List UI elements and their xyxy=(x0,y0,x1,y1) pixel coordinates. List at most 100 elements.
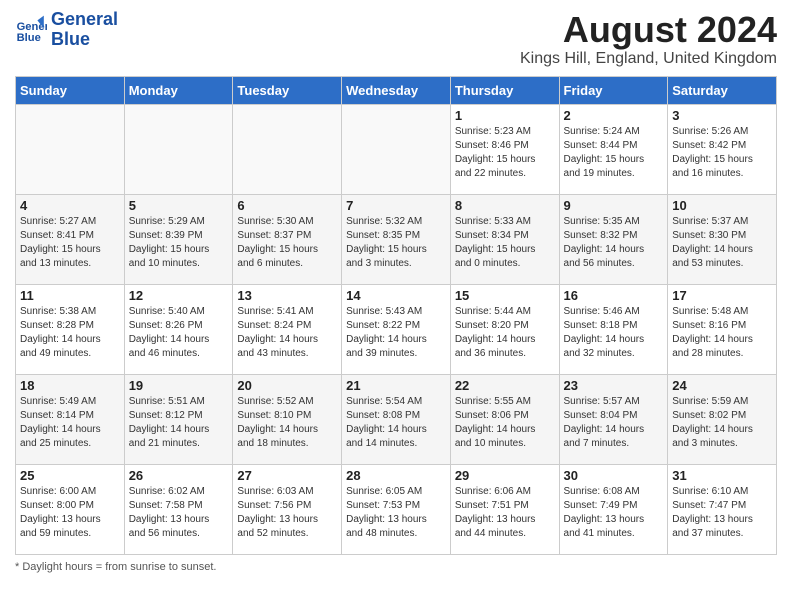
day-info: Sunrise: 6:00 AMSunset: 8:00 PMDaylight:… xyxy=(20,485,120,541)
day-number: 20 xyxy=(237,378,337,393)
day-number: 1 xyxy=(455,108,555,123)
calendar-day: 9 Sunrise: 5:35 AMSunset: 8:32 PMDaylight… xyxy=(559,194,668,284)
day-info: Sunrise: 5:41 AMSunset: 8:24 PMDaylight:… xyxy=(237,305,337,361)
day-number: 19 xyxy=(129,378,229,393)
day-info: Sunrise: 5:46 AMSunset: 8:18 PMDaylight:… xyxy=(564,305,664,361)
day-number: 6 xyxy=(237,198,337,213)
calendar-day: 18 Sunrise: 5:49 AMSunset: 8:14 PMDayligh… xyxy=(16,374,125,464)
day-info: Sunrise: 5:59 AMSunset: 8:02 PMDaylight:… xyxy=(672,395,772,451)
calendar-day: 16 Sunrise: 5:46 AMSunset: 8:18 PMDayligh… xyxy=(559,284,668,374)
calendar-day: 2Sunrise: 5:24 AMSunset: 8:44 PMDaylight… xyxy=(559,104,668,194)
location-title: Kings Hill, England, United Kingdom xyxy=(520,50,777,68)
calendar-week-row: 4 Sunrise: 5:27 AMSunset: 8:41 PMDaylight… xyxy=(16,194,777,284)
calendar-day: 5 Sunrise: 5:29 AMSunset: 8:39 PMDaylight… xyxy=(124,194,233,284)
day-number: 3 xyxy=(672,108,772,123)
calendar-week-row: 25Sunrise: 6:00 AMSunset: 8:00 PMDayligh… xyxy=(16,464,777,554)
calendar-day xyxy=(342,104,451,194)
col-tuesday: Tuesday xyxy=(233,76,342,104)
day-info: Sunrise: 5:55 AMSunset: 8:06 PMDaylight:… xyxy=(455,395,555,451)
day-info: Sunrise: 5:32 AMSunset: 8:35 PMDaylight:… xyxy=(346,215,446,271)
calendar-day xyxy=(124,104,233,194)
day-number: 15 xyxy=(455,288,555,303)
day-info: Sunrise: 6:03 AMSunset: 7:56 PMDaylight:… xyxy=(237,485,337,541)
day-number: 29 xyxy=(455,468,555,483)
day-number: 26 xyxy=(129,468,229,483)
calendar-week-row: 11 Sunrise: 5:38 AMSunset: 8:28 PMDayligh… xyxy=(16,284,777,374)
month-title: August 2024 xyxy=(520,10,777,50)
header: General Blue General Blue August 2024 Ki… xyxy=(15,10,777,68)
calendar-table: Sunday Monday Tuesday Wednesday Thursday… xyxy=(15,76,777,555)
day-info: Sunrise: 5:27 AMSunset: 8:41 PMDaylight:… xyxy=(20,215,120,271)
calendar-day: 23Sunrise: 5:57 AMSunset: 8:04 PMDayligh… xyxy=(559,374,668,464)
day-number: 14 xyxy=(346,288,446,303)
logo: General Blue General Blue xyxy=(15,10,118,50)
day-number: 21 xyxy=(346,378,446,393)
calendar-day: 21 Sunrise: 5:54 AMSunset: 8:08 PMDayligh… xyxy=(342,374,451,464)
calendar-day: 3Sunrise: 5:26 AMSunset: 8:42 PMDaylight… xyxy=(668,104,777,194)
day-number: 24 xyxy=(672,378,772,393)
day-info: Sunrise: 5:30 AMSunset: 8:37 PMDaylight:… xyxy=(237,215,337,271)
day-info: Sunrise: 5:48 AMSunset: 8:16 PMDaylight:… xyxy=(672,305,772,361)
day-number: 8 xyxy=(455,198,555,213)
calendar-day: 30Sunrise: 6:08 AMSunset: 7:49 PMDayligh… xyxy=(559,464,668,554)
calendar-day xyxy=(233,104,342,194)
col-sunday: Sunday xyxy=(16,76,125,104)
day-info: Sunrise: 6:05 AMSunset: 7:53 PMDaylight:… xyxy=(346,485,446,541)
day-info: Sunrise: 5:49 AMSunset: 8:14 PMDaylight:… xyxy=(20,395,120,451)
day-number: 12 xyxy=(129,288,229,303)
calendar-week-row: 18 Sunrise: 5:49 AMSunset: 8:14 PMDayligh… xyxy=(16,374,777,464)
title-area: August 2024 Kings Hill, England, United … xyxy=(520,10,777,68)
day-number: 17 xyxy=(672,288,772,303)
calendar-day: 14 Sunrise: 5:43 AMSunset: 8:22 PMDayligh… xyxy=(342,284,451,374)
calendar-day: 26 Sunrise: 6:02 AMSunset: 7:58 PMDayligh… xyxy=(124,464,233,554)
day-number: 13 xyxy=(237,288,337,303)
day-info: Sunrise: 5:44 AMSunset: 8:20 PMDaylight:… xyxy=(455,305,555,361)
day-number: 10 xyxy=(672,198,772,213)
day-number: 2 xyxy=(564,108,664,123)
calendar-day: 25Sunrise: 6:00 AMSunset: 8:00 PMDayligh… xyxy=(16,464,125,554)
day-number: 22 xyxy=(455,378,555,393)
col-monday: Monday xyxy=(124,76,233,104)
day-info: Sunrise: 5:54 AMSunset: 8:08 PMDaylight:… xyxy=(346,395,446,451)
col-friday: Friday xyxy=(559,76,668,104)
calendar-day: 31Sunrise: 6:10 AMSunset: 7:47 PMDayligh… xyxy=(668,464,777,554)
calendar-day: 11 Sunrise: 5:38 AMSunset: 8:28 PMDayligh… xyxy=(16,284,125,374)
calendar-day: 15 Sunrise: 5:44 AMSunset: 8:20 PMDayligh… xyxy=(450,284,559,374)
calendar-day: 12 Sunrise: 5:40 AMSunset: 8:26 PMDayligh… xyxy=(124,284,233,374)
day-info: Sunrise: 5:43 AMSunset: 8:22 PMDaylight:… xyxy=(346,305,446,361)
footer-note: * Daylight hours = from sunrise to sunse… xyxy=(15,561,777,573)
day-info: Sunrise: 5:52 AMSunset: 8:10 PMDaylight:… xyxy=(237,395,337,451)
day-info: Sunrise: 5:33 AMSunset: 8:34 PMDaylight:… xyxy=(455,215,555,271)
day-number: 16 xyxy=(564,288,664,303)
calendar-day: 17 Sunrise: 5:48 AMSunset: 8:16 PMDayligh… xyxy=(668,284,777,374)
day-info: Sunrise: 5:23 AMSunset: 8:46 PMDaylight:… xyxy=(455,125,555,181)
day-number: 23 xyxy=(564,378,664,393)
day-info: Sunrise: 5:51 AMSunset: 8:12 PMDaylight:… xyxy=(129,395,229,451)
calendar-day: 1 Sunrise: 5:23 AMSunset: 8:46 PMDaylight… xyxy=(450,104,559,194)
col-thursday: Thursday xyxy=(450,76,559,104)
day-info: Sunrise: 5:37 AMSunset: 8:30 PMDaylight:… xyxy=(672,215,772,271)
calendar-day: 22 Sunrise: 5:55 AMSunset: 8:06 PMDayligh… xyxy=(450,374,559,464)
calendar-day: 29 Sunrise: 6:06 AMSunset: 7:51 PMDayligh… xyxy=(450,464,559,554)
day-info: Sunrise: 6:08 AMSunset: 7:49 PMDaylight:… xyxy=(564,485,664,541)
day-info: Sunrise: 6:02 AMSunset: 7:58 PMDaylight:… xyxy=(129,485,229,541)
logo-icon: General Blue xyxy=(15,14,47,46)
day-number: 5 xyxy=(129,198,229,213)
calendar-day: 4 Sunrise: 5:27 AMSunset: 8:41 PMDaylight… xyxy=(16,194,125,284)
day-info: Sunrise: 5:35 AMSunset: 8:32 PMDaylight:… xyxy=(564,215,664,271)
col-wednesday: Wednesday xyxy=(342,76,451,104)
day-info: Sunrise: 5:38 AMSunset: 8:28 PMDaylight:… xyxy=(20,305,120,361)
day-number: 28 xyxy=(346,468,446,483)
calendar-day: 8 Sunrise: 5:33 AMSunset: 8:34 PMDaylight… xyxy=(450,194,559,284)
day-info: Sunrise: 5:29 AMSunset: 8:39 PMDaylight:… xyxy=(129,215,229,271)
svg-text:Blue: Blue xyxy=(17,32,41,44)
day-info: Sunrise: 5:40 AMSunset: 8:26 PMDaylight:… xyxy=(129,305,229,361)
day-number: 11 xyxy=(20,288,120,303)
day-info: Sunrise: 6:06 AMSunset: 7:51 PMDaylight:… xyxy=(455,485,555,541)
calendar-day: 6 Sunrise: 5:30 AMSunset: 8:37 PMDaylight… xyxy=(233,194,342,284)
day-number: 9 xyxy=(564,198,664,213)
day-number: 18 xyxy=(20,378,120,393)
calendar-week-row: 1 Sunrise: 5:23 AMSunset: 8:46 PMDaylight… xyxy=(16,104,777,194)
col-saturday: Saturday xyxy=(668,76,777,104)
day-number: 4 xyxy=(20,198,120,213)
